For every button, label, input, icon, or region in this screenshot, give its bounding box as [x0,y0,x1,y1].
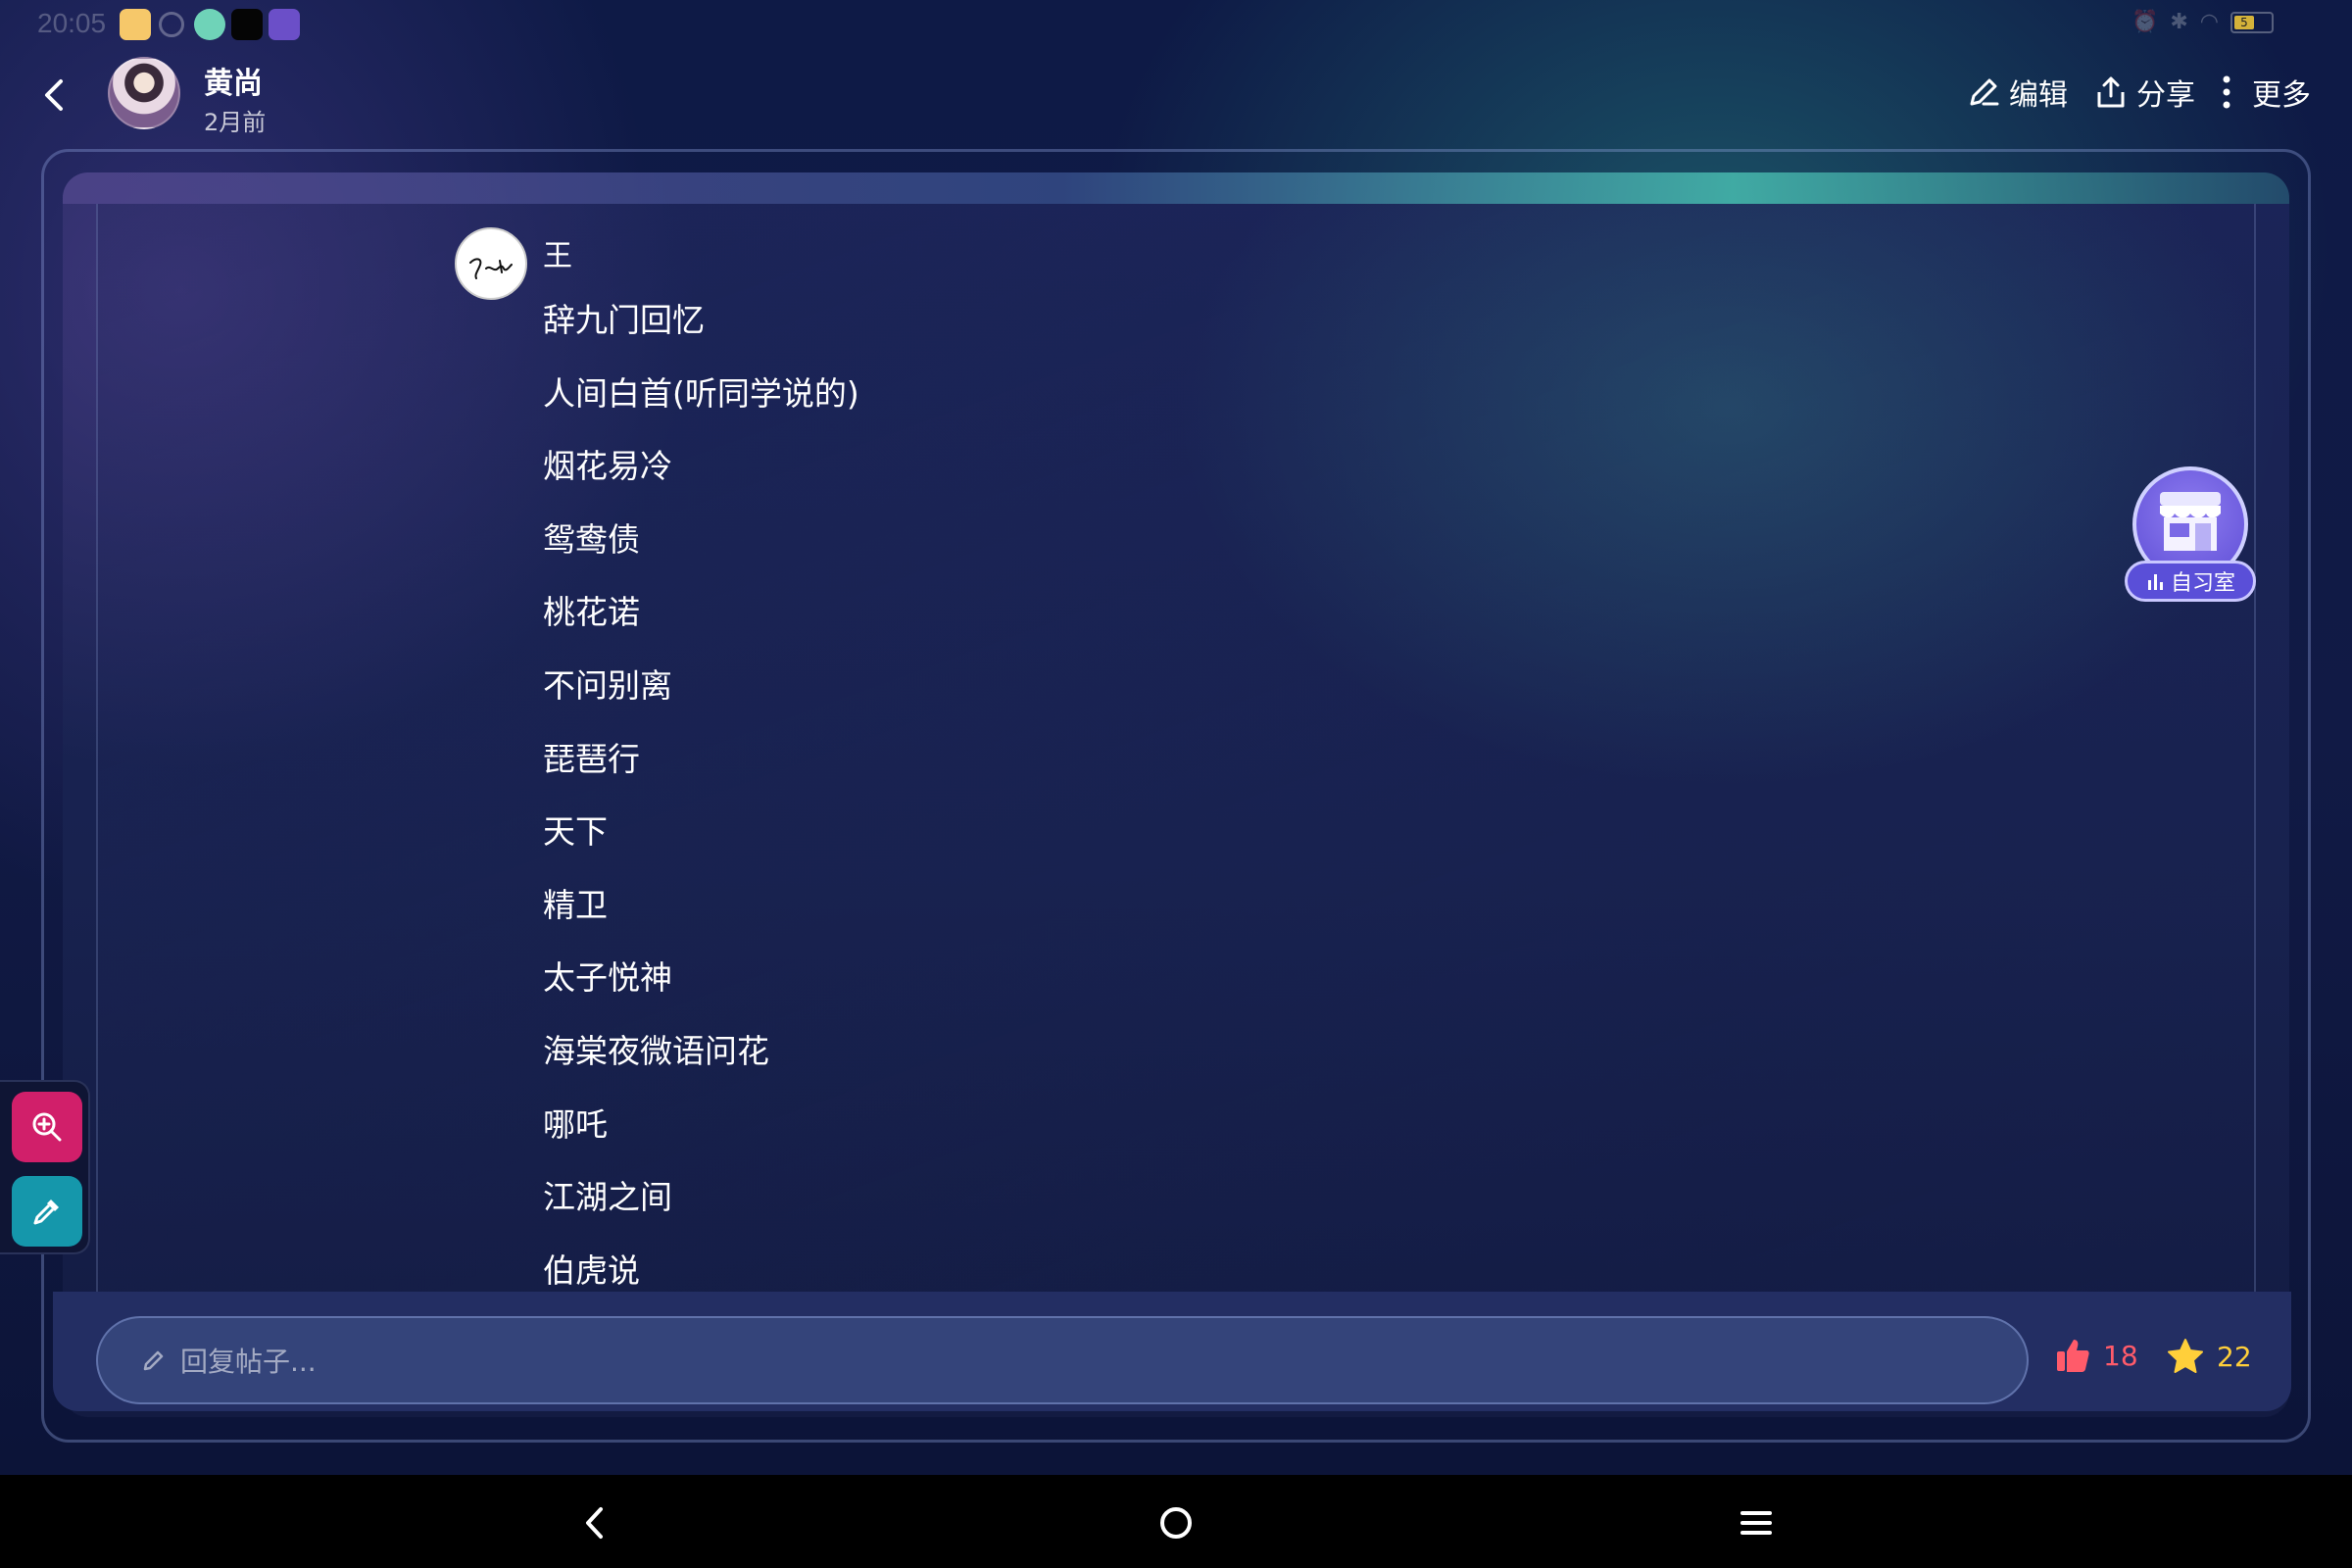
post-line: 人间白首(听同学说的) [543,373,859,413]
author-name[interactable]: 黄尚 [204,59,263,102]
like-count: 18 [2103,1339,2138,1372]
post-line: 天下 [543,812,608,852]
reply-placeholder: 回复帖子... [180,1346,317,1378]
status-time: 20:05 [37,8,107,38]
post-time: 2月前 [204,109,267,136]
nav-back-button[interactable] [568,1496,621,1549]
pencil-icon [1970,78,1999,106]
card-header-gradient [63,172,2289,204]
system-nav-bar [0,1475,2352,1568]
eyedropper-tool-button[interactable] [12,1176,82,1247]
post-author-name: 王 [543,239,572,273]
eyedropper-icon [33,1200,59,1225]
share-icon [2097,76,2125,108]
back-button[interactable] [29,71,78,120]
post-body: 辞九门回忆 人间白首(听同学说的) 烟花易冷 鸳鸯债 桃花诺 不问别离 琵琶行 … [543,284,859,1297]
post-content[interactable]: 王 辞九门回忆 人间白首(听同学说的) 烟花易冷 鸳鸯债 桃花诺 不问别离 琵琶… [96,204,2256,1297]
battery-icon: 5 [2230,11,2274,33]
app-notification-icon [231,9,263,40]
post-line: 不问别离 [543,665,672,705]
nav-home-button[interactable] [1150,1496,1202,1549]
chevron-left-icon [45,79,63,111]
post-author-avatar[interactable] [455,227,527,300]
favorite-count: 22 [2217,1340,2252,1373]
wifi-icon: ◠ [2199,10,2219,34]
top-bar: 黄尚 2月前 编辑 分享 更多 [0,49,2352,147]
share-button[interactable]: 分享 [2093,71,2195,114]
post-line: 哪吒 [543,1104,608,1144]
zoom-tool-button[interactable] [12,1092,82,1162]
home-circle-icon [1160,1507,1192,1539]
thumbs-up-icon [2057,1340,2089,1372]
pencil-icon [143,1350,164,1371]
battery-level: 5 [2234,15,2254,29]
reply-input[interactable]: 回复帖子... [96,1316,2029,1404]
post-line: 海棠夜微语问花 [543,1031,769,1070]
menu-icon [1740,1511,1772,1535]
header-actions: 编辑 分享 更多 [1966,71,2311,114]
like-button[interactable]: 18 [2054,1337,2138,1374]
alarm-icon [159,12,184,37]
zoom-in-icon [32,1112,62,1142]
post-line: 江湖之间 [543,1178,672,1217]
study-room-label-pill: 自习室 [2125,561,2256,602]
app-notification-icon [269,9,300,40]
favorite-button[interactable]: 22 [2166,1337,2252,1376]
post-line: 伯虎说 [543,1250,640,1290]
post-line: 烟花易冷 [543,447,672,486]
more-vertical-icon [2223,75,2230,109]
app-notification-icon [194,9,225,40]
more-label: 更多 [2252,78,2311,113]
status-indicators: ⏰ ✱ ◠ 5 [2132,10,2274,34]
post-line: 太子悦神 [543,958,672,998]
bluetooth-icon: ✱ [2170,10,2188,34]
post-line: 精卫 [543,885,608,924]
post-line: 桃花诺 [543,593,640,632]
share-label: 分享 [2136,78,2195,113]
post-line: 琵琶行 [543,739,640,778]
nav-menu-button[interactable] [1730,1496,1783,1549]
alarm-icon: ⏰ [2131,10,2159,34]
signature-icon [469,258,513,279]
chevron-left-icon [586,1507,603,1539]
post-line: 辞九门回忆 [543,301,705,339]
edit-label: 编辑 [2009,78,2068,113]
author-avatar[interactable] [108,57,180,129]
floating-tools [0,1080,90,1254]
study-room-label: 自习室 [2170,571,2235,596]
more-button[interactable]: 更多 [2221,71,2311,114]
bar-chart-icon [2147,574,2163,590]
study-room-button[interactable]: 自习室 [2125,466,2256,610]
edit-button[interactable]: 编辑 [1966,71,2068,114]
status-bar: 20:05 ⏰ ✱ ◠ 5 [0,0,2352,47]
post-line: 鸳鸯债 [543,519,640,559]
app-notification-icon [120,9,151,40]
star-icon [2168,1339,2203,1373]
